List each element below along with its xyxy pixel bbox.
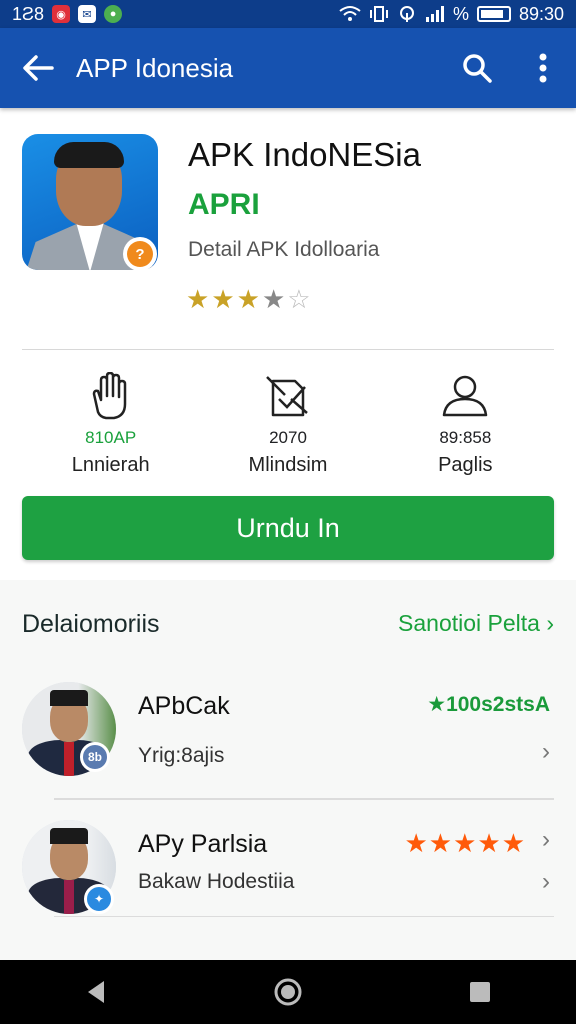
nav-home-button[interactable]	[248, 960, 328, 1024]
section-title: Delaiomoriis	[22, 610, 160, 638]
wifi-icon	[339, 6, 361, 21]
status-time: 89:30	[518, 3, 564, 24]
item-subtitle: Yrig:8ajis	[138, 744, 225, 767]
more-vertical-icon	[539, 53, 547, 83]
app-name: APK IndoNESia	[188, 136, 421, 173]
stat-label: Paglis	[438, 454, 493, 476]
stat-users: 89:858 Paglis	[377, 370, 554, 480]
overflow-menu-button[interactable]	[510, 28, 576, 108]
nav-back-button[interactable]	[56, 960, 136, 1024]
app-bar-title: APP Idonesia	[76, 52, 234, 83]
stat-label: Lnnierah	[71, 454, 150, 476]
list-item[interactable]: ✦ APy Parlsia Bakaw Hodestiia ★★★★★ › ›	[0, 818, 576, 938]
search-icon	[463, 54, 492, 83]
app-header: ? APK IndoNESia APRI Detail APK Idolloar…	[22, 134, 554, 334]
status-bar: 1Ƨ8 ◉ ✉ ● % 89:30	[0, 0, 576, 28]
signal-icon	[425, 6, 444, 22]
item-title: APbCak	[138, 692, 230, 720]
stat-value: 2070	[269, 428, 307, 447]
status-time-left: 1Ƨ8	[12, 3, 45, 24]
stat-installs: 2070 Mlindsim	[199, 370, 376, 480]
item-badge-icon: ✦	[84, 884, 114, 914]
battery-icon	[476, 6, 511, 22]
app-badge-icon: ?	[123, 237, 157, 271]
stats-row: 810AP Lnnierah 2070 Mlindsim 89:858 Pagl…	[22, 370, 554, 480]
vibrate-icon	[369, 6, 388, 22]
star-icon: ★	[186, 284, 210, 314]
user-icon	[443, 375, 488, 417]
app-notification-icon: ●	[104, 5, 123, 23]
item-subtitle: Bakaw Hodestiia	[138, 870, 295, 893]
stat-downloads: 810AP Lnnierah	[22, 370, 199, 480]
rating-stars: ★ ★ ★ ★ ☆	[186, 284, 311, 315]
star-empty-icon: ☆	[287, 284, 311, 314]
triangle-back-icon	[88, 981, 104, 1003]
chevron-right-icon: ›	[542, 738, 550, 765]
navigation-bar	[0, 960, 576, 1024]
list-item[interactable]: 8b APbCak Yrig:8ajis ★100s2stsA ›	[0, 680, 576, 800]
hand-icon	[92, 372, 126, 420]
screen: 1Ƨ8 ◉ ✉ ● % 89:30 APP Idonesia ? APK Ind…	[0, 0, 576, 1024]
stat-value: 89:858	[439, 428, 492, 447]
hotspot-icon	[399, 6, 414, 22]
back-button[interactable]	[0, 28, 76, 108]
divider	[54, 798, 554, 800]
related-section: Delaiomoriis Sanotioi Pelta › 8b APbCak …	[0, 580, 576, 960]
install-button[interactable]: Urndu In	[22, 496, 554, 560]
item-stars: ★★★★★	[404, 828, 526, 858]
item-title: APy Parlsia	[138, 830, 268, 858]
see-more-link[interactable]: Sanotioi Pelta ›	[398, 610, 554, 637]
star-icon: ★	[236, 284, 260, 314]
message-icon: ✉	[78, 5, 97, 23]
star-half-icon: ★	[261, 284, 286, 314]
circle-home-icon	[274, 978, 302, 1006]
item-rating: ★100s2stsA	[427, 693, 550, 716]
app-subtitle: Detail APK Idolloaria	[188, 238, 380, 261]
install-icon	[266, 376, 308, 417]
battery-percent: %	[452, 3, 469, 24]
divider	[22, 349, 554, 350]
chevron-right-icon: ›	[542, 826, 550, 853]
square-recents-icon	[470, 982, 490, 1002]
stat-label: Mlindsim	[248, 454, 328, 476]
arrow-left-icon	[23, 55, 54, 81]
search-button[interactable]	[444, 28, 510, 108]
nav-recents-button[interactable]	[440, 960, 520, 1024]
notification-icon: ◉	[52, 5, 71, 23]
app-bar: APP Idonesia	[0, 28, 576, 108]
divider	[54, 916, 554, 917]
item-badge-icon: 8b	[80, 742, 110, 772]
app-badge-text: ?	[127, 241, 153, 267]
developer-name[interactable]: APRI	[188, 188, 260, 222]
star-icon: ★	[211, 284, 235, 314]
chevron-right-icon: ›	[542, 868, 550, 895]
stat-value: 810AP	[85, 428, 137, 447]
